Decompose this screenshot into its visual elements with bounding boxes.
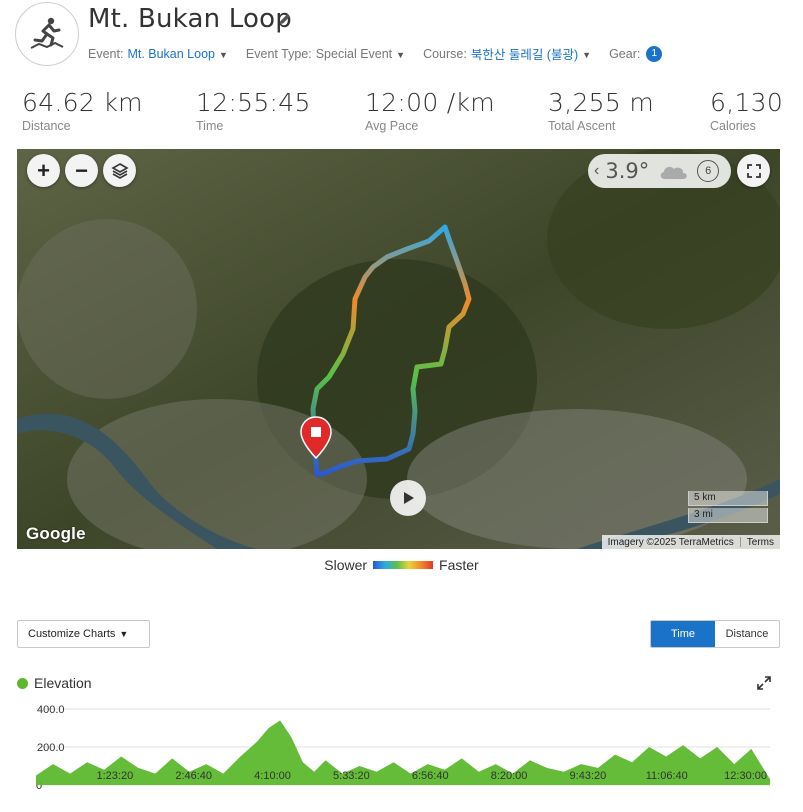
customize-label: Customize Charts	[28, 628, 116, 640]
event-field: Event: Mt. Bukan Loop ▼	[88, 44, 228, 63]
course-field: Course: 북한산 둘레길 (불광) ▼	[423, 44, 591, 63]
weather-widget[interactable]: ‹ 3.9° 6	[588, 154, 731, 188]
gear-field: Gear: 1	[609, 44, 663, 63]
weather-temperature: 3.9°	[605, 159, 650, 183]
x-tick-label: 8:20:00	[491, 770, 528, 782]
activity-title: Mt. Bukan Loop	[88, 4, 292, 34]
scale-mi: 3 mi	[688, 508, 768, 523]
gear-count-badge[interactable]: 1	[646, 45, 663, 62]
stat-total-ascent: 3,255 m Total Ascent	[548, 88, 654, 133]
wind-speed: 6	[705, 165, 712, 177]
stat-label: Avg Pace	[365, 119, 419, 133]
course-link[interactable]: 북한산 둘레길 (불광)	[471, 44, 578, 63]
stat-label: Time	[196, 119, 224, 133]
cloud-icon	[660, 166, 687, 179]
x-tick-label: 2:46:40	[175, 770, 212, 782]
stat-time: 12:55:45 Time	[196, 88, 311, 133]
event-link[interactable]: Mt. Bukan Loop	[127, 47, 215, 61]
x-tick-label: 6:56:40	[412, 770, 449, 782]
scale-km: 5 km	[688, 491, 768, 506]
route-map[interactable]: + − ‹ 3.9° 6 5 km 3 mi Google Imagery ©2…	[17, 149, 780, 549]
stat-label: Distance	[22, 119, 71, 133]
x-tick-label: 12:30:00	[724, 770, 767, 782]
map-layers-button[interactable]	[103, 154, 136, 187]
map-scale: 5 km 3 mi	[688, 491, 768, 525]
zoom-in-button[interactable]: +	[27, 154, 60, 187]
x-tick-label: 11:06:40	[646, 770, 688, 782]
stat-value: 64.62 km	[22, 88, 143, 117]
pencil-edit-icon[interactable]	[278, 12, 292, 26]
terms-link[interactable]: Terms	[747, 537, 774, 548]
stat-label: Calories	[710, 119, 756, 133]
event-type-value: Special Event	[315, 46, 393, 61]
x-tick-label: 5:33:20	[333, 770, 370, 782]
wind-indicator: 6	[697, 160, 720, 182]
divider	[739, 537, 741, 547]
y-tick-label: 400.0	[37, 704, 65, 716]
elevation-label: Elevation	[34, 675, 92, 691]
stat-value: 12:55:45	[196, 88, 311, 117]
zoom-out-button[interactable]: −	[65, 154, 98, 187]
x-tick-label: 1:23:20	[96, 770, 133, 782]
expand-chart-icon[interactable]	[757, 676, 771, 690]
x-tick-label: 9:43:20	[570, 770, 607, 782]
axis-toggle: Time Distance	[650, 620, 780, 648]
pace-gradient	[373, 561, 434, 569]
customize-charts-button[interactable]: Customize Charts ▼	[17, 620, 150, 648]
stat-calories: 6,130 Calories	[710, 88, 783, 133]
course-label: Course:	[423, 46, 467, 61]
event-type-label: Event Type:	[245, 46, 312, 61]
toggle-time[interactable]: Time	[651, 621, 715, 647]
event-type-field: Event Type: Special Event ▼	[246, 44, 405, 63]
stat-avg-pace: 12:00 /km Avg Pace	[365, 88, 495, 133]
stat-value: 12:00 /km	[365, 88, 495, 117]
caret-down-icon: ▼	[119, 629, 129, 639]
map-attribution: Imagery ©2025 TerraMetrics Terms	[601, 535, 780, 549]
elevation-chart[interactable]: 400.0200.001:23:20 2:46:40 4:10:00 5:33:20 6…	[0, 695, 803, 812]
stat-value: 6,130	[710, 88, 784, 117]
play-route-button[interactable]	[390, 480, 426, 516]
play-icon	[404, 492, 414, 504]
course-dropdown-icon[interactable]: ▼	[582, 50, 591, 60]
layers-icon	[110, 162, 129, 179]
summary-stats: 64.62 km Distance 12:55:45 Time 12:00 /k…	[0, 88, 803, 138]
activity-meta: Event: Mt. Bukan Loop ▼ Event Type: Spec…	[88, 44, 680, 63]
fullscreen-icon	[746, 163, 761, 178]
chevron-left-icon[interactable]: ‹	[594, 162, 599, 180]
fullscreen-button[interactable]	[737, 154, 770, 187]
x-tick-label: 4:10:00	[254, 770, 291, 782]
legend-slower: Slower	[324, 557, 368, 573]
elevation-chart-title: Elevation	[17, 675, 92, 691]
gear-label: Gear:	[609, 46, 641, 61]
trail-runner-icon	[30, 17, 64, 49]
stat-label: Total Ascent	[548, 119, 616, 133]
y-tick-label: 200.0	[37, 742, 65, 754]
event-label: Event:	[88, 46, 124, 61]
stat-value: 3,255 m	[548, 88, 654, 117]
imagery-credit: Imagery ©2025 TerraMetrics	[607, 536, 734, 548]
legend-faster: Faster	[439, 557, 479, 573]
toggle-distance[interactable]: Distance	[715, 621, 779, 647]
series-color-dot	[17, 677, 28, 689]
event-type-dropdown-icon[interactable]: ▼	[396, 50, 405, 60]
pace-legend: Slower Faster	[0, 557, 803, 573]
activity-type-badge	[15, 2, 79, 66]
google-logo: Google	[26, 524, 86, 543]
event-dropdown-icon[interactable]: ▼	[219, 50, 228, 60]
stat-distance: 64.62 km Distance	[22, 88, 143, 133]
